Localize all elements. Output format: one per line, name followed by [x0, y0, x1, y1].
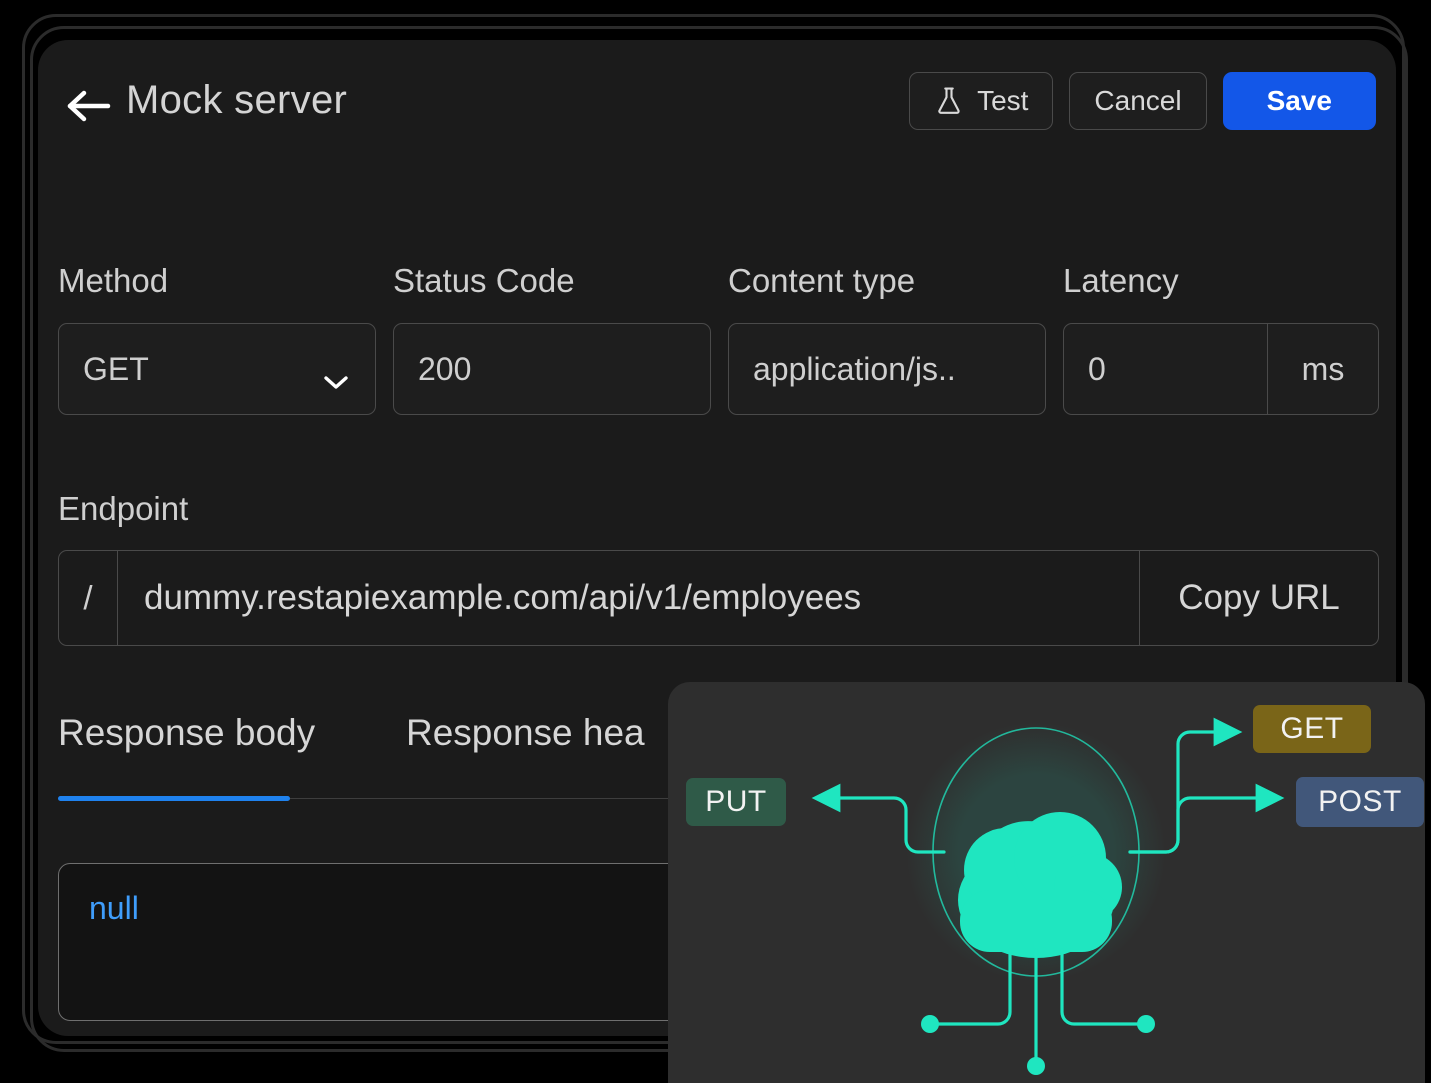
badge-post: POST [1296, 777, 1424, 827]
badge-get-label: GET [1280, 712, 1344, 745]
panel-header: Mock server Test Cancel Save [38, 40, 1396, 170]
copy-url-button[interactable]: Copy URL [1140, 551, 1378, 645]
cancel-button-label: Cancel [1094, 85, 1182, 116]
content-type-label: Content type [728, 262, 916, 299]
latency-label: Latency [1063, 262, 1179, 299]
test-button[interactable]: Test [909, 72, 1054, 130]
badge-post-label: POST [1318, 785, 1402, 818]
endpoint-prefix: / [59, 551, 118, 645]
content-type-input[interactable]: application/js.. [728, 323, 1046, 415]
cancel-button[interactable]: Cancel [1069, 72, 1207, 130]
endpoint-input-group: / dummy.restapiexample.com/api/v1/employ… [58, 550, 1379, 646]
endpoint-url-input[interactable]: dummy.restapiexample.com/api/v1/employee… [118, 551, 1140, 645]
save-button[interactable]: Save [1222, 72, 1376, 130]
test-button-label: Test [977, 85, 1029, 116]
api-diagram-overlay: GET POST PUT [668, 682, 1425, 1083]
status-code-label: Status Code [393, 262, 575, 299]
tab-response-body[interactable]: Response body [58, 712, 315, 754]
latency-unit: ms [1267, 324, 1378, 414]
flask-icon [934, 86, 964, 116]
method-value: GET [83, 350, 149, 387]
method-select[interactable]: GET [58, 323, 376, 415]
badge-put-label: PUT [705, 785, 767, 818]
method-label: Method [58, 262, 169, 299]
latency-input-group[interactable]: 0 ms [1063, 323, 1379, 415]
header-actions: Test Cancel Save [909, 72, 1376, 130]
latency-value: 0 [1088, 350, 1106, 387]
badge-get: GET [1253, 705, 1371, 753]
tab-response-headers[interactable]: Response hea [406, 712, 645, 754]
arrow-left-icon[interactable] [66, 86, 112, 126]
tab-active-indicator [58, 796, 290, 801]
badge-put: PUT [686, 778, 786, 826]
content-type-value: application/js.. [753, 350, 956, 387]
chevron-down-icon [323, 361, 349, 389]
status-code-input[interactable]: 200 [393, 323, 711, 415]
status-code-value: 200 [418, 350, 472, 387]
endpoint-label: Endpoint [58, 490, 189, 527]
save-button-label: Save [1266, 85, 1332, 116]
page-title: Mock server [126, 78, 348, 122]
